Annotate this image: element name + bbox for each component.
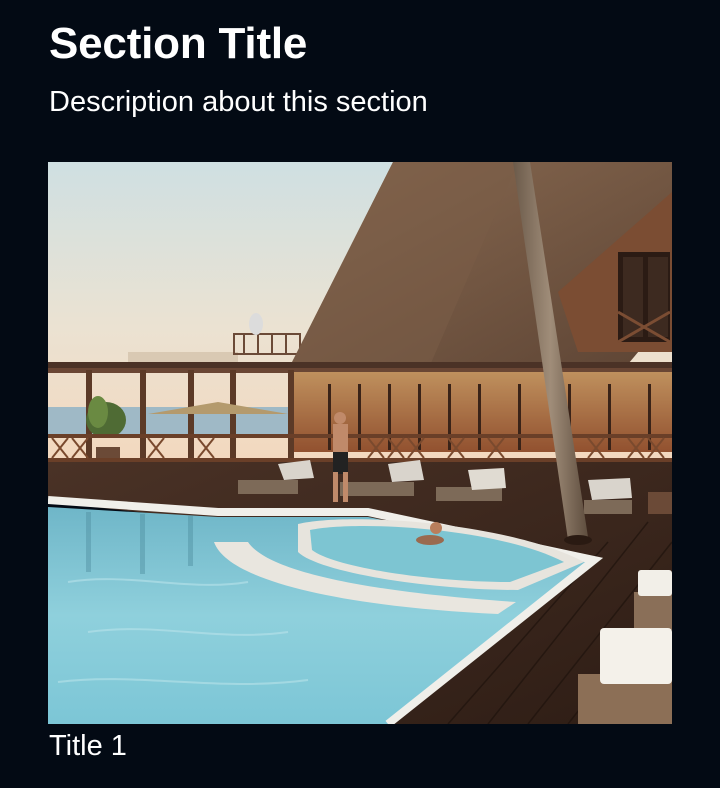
section-title: Section Title [49,19,308,68]
card-image [48,162,672,724]
card-title: Title 1 [49,730,127,762]
section-description: Description about this section [49,86,428,118]
image-card[interactable]: Title 1 [48,162,672,782]
gallery-section: Section Title Description about this sec… [0,0,720,788]
